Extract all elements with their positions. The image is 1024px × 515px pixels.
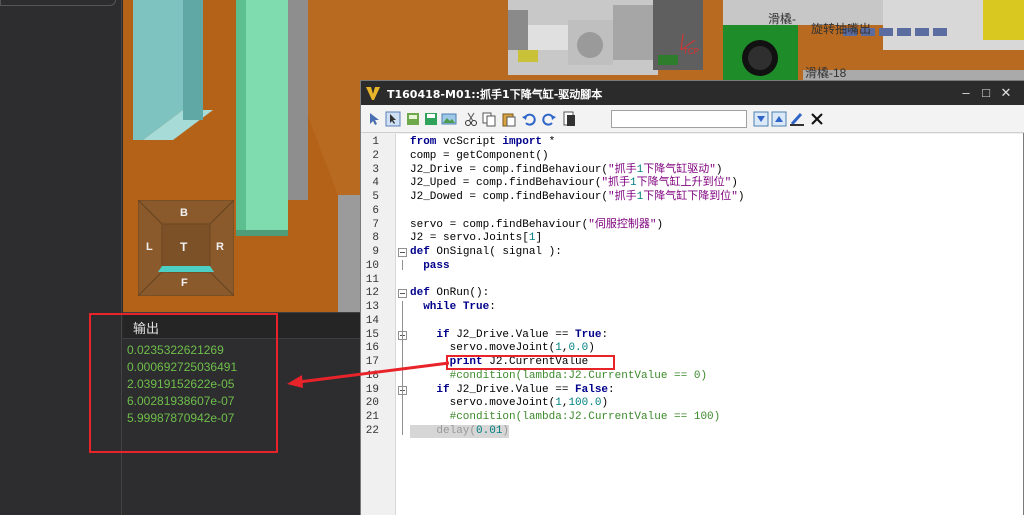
line-number: 22 bbox=[365, 424, 379, 437]
compile-icon[interactable] bbox=[405, 111, 421, 127]
output-header: 输出 bbox=[123, 313, 363, 339]
line-number: 3 bbox=[372, 163, 379, 176]
line-number: 13 bbox=[365, 301, 379, 313]
code-line[interactable]: if J2_Drive.Value == True: bbox=[410, 329, 608, 342]
line-number: 9 bbox=[372, 246, 379, 258]
window-title: T160418-M01::抓手1下降气缸-驱动腳本 bbox=[387, 88, 603, 101]
line-number: 11 bbox=[365, 273, 379, 286]
line-number: 5 bbox=[372, 191, 379, 203]
code-line[interactable]: def OnRun(): bbox=[410, 287, 489, 300]
script-editor-window[interactable]: T160418-M01::抓手1下降气缸-驱动腳本 – □ ✕ 12345678… bbox=[360, 80, 1024, 515]
scene-label-3: 滑橇-18 bbox=[805, 66, 847, 80]
code-line[interactable]: comp = getComponent() bbox=[410, 150, 549, 163]
fold-guide-line bbox=[402, 259, 403, 270]
code-editor[interactable]: 1 2 3 4 5 6 7 8 9 10 11 12 13 14 15 16 17 18 19 20 21 22 from… bbox=[361, 134, 1023, 515]
line-number: 1 bbox=[372, 136, 379, 148]
maximize-button[interactable]: □ bbox=[977, 84, 995, 102]
code-line[interactable]: servo = comp.findBehaviour("伺服控制器") bbox=[410, 219, 663, 232]
code-line[interactable]: from vcScript import * bbox=[410, 136, 555, 149]
undo-icon[interactable] bbox=[521, 111, 537, 127]
scene-label-tcp: TCP bbox=[683, 47, 699, 56]
left-side-panel bbox=[0, 0, 122, 515]
app-logo-icon bbox=[366, 87, 380, 100]
document-icon[interactable] bbox=[561, 111, 577, 127]
code-line[interactable]: pass bbox=[410, 260, 449, 273]
code-line[interactable]: delay(0.01) bbox=[410, 424, 510, 438]
editor-toolbar bbox=[361, 105, 1024, 133]
line-number: 16 bbox=[365, 342, 379, 355]
select-icon[interactable] bbox=[385, 111, 401, 127]
output-title: 输出 bbox=[133, 322, 160, 337]
line-number: 20 bbox=[365, 397, 379, 410]
save-icon[interactable] bbox=[423, 111, 439, 127]
minimize-button[interactable]: – bbox=[957, 84, 975, 102]
output-line: 6.00281938607e-07 bbox=[127, 394, 235, 408]
navcube-face-center[interactable]: T bbox=[180, 240, 187, 254]
navcube-face-left[interactable]: L bbox=[146, 241, 153, 253]
code-line[interactable]: J2_Dowed = comp.findBehaviour("抓手1下降气缸下降… bbox=[410, 191, 744, 204]
image-icon[interactable] bbox=[441, 111, 457, 127]
line-number: 15 bbox=[365, 328, 379, 341]
code-line[interactable]: J2 = servo.Joints[1] bbox=[410, 232, 542, 245]
application-root: 滑橇- 旋转抽嘴出 滑橇-18 5 TCP B L T R F 输出 0.023… bbox=[0, 0, 1024, 515]
output-panel: 输出 0.0235322621269 0.000692725036491 2.0… bbox=[123, 312, 363, 515]
line-number: 4 bbox=[372, 177, 379, 190]
window-title-bar[interactable]: T160418-M01::抓手1下降气缸-驱动腳本 – □ ✕ bbox=[361, 81, 1024, 105]
clear-search-icon[interactable] bbox=[809, 111, 825, 127]
cursor-icon[interactable] bbox=[367, 111, 383, 127]
paste-icon[interactable] bbox=[501, 111, 517, 127]
navcube-face-bottom[interactable]: F bbox=[181, 277, 188, 289]
line-number: 7 bbox=[372, 218, 379, 231]
line-number: 10 bbox=[365, 259, 379, 272]
code-line[interactable]: servo.moveJoint(1,0.0) bbox=[410, 342, 595, 355]
code-line[interactable]: #condition(lambda:J2.CurrentValue == 100… bbox=[410, 411, 721, 424]
fold-toggle-icon[interactable] bbox=[398, 248, 407, 257]
line-number: 2 bbox=[372, 149, 379, 162]
annotation-arrow bbox=[287, 361, 450, 388]
navcube-face-right[interactable]: R bbox=[216, 241, 224, 253]
code-line[interactable]: J2_Drive = comp.findBehaviour("抓手1下降气缸驱动… bbox=[410, 164, 722, 177]
code-line[interactable]: while True: bbox=[410, 301, 496, 314]
scene-label-1: 滑橇- bbox=[768, 12, 796, 26]
cut-icon[interactable] bbox=[463, 111, 479, 127]
navcube-face-top[interactable]: B bbox=[180, 207, 188, 219]
output-line: 0.000692725036491 bbox=[127, 360, 238, 374]
output-line: 2.03919152622e-05 bbox=[127, 377, 235, 391]
left-panel-top-frame bbox=[0, 0, 116, 6]
copy-icon[interactable] bbox=[481, 111, 497, 127]
scene-label-2: 旋转抽嘴出 bbox=[811, 22, 872, 36]
code-line[interactable]: servo.moveJoint(1,100.0) bbox=[410, 397, 608, 410]
line-number-gutter: 1 2 3 4 5 6 7 8 9 10 11 12 13 14 15 16 17 18 19 20 21 22 bbox=[361, 134, 396, 515]
find-next-icon[interactable] bbox=[753, 111, 769, 127]
output-line: 0.0235322621269 bbox=[127, 343, 224, 357]
output-line: 5.99987870942e-07 bbox=[127, 411, 235, 425]
highlight-icon[interactable] bbox=[789, 111, 805, 127]
line-number: 8 bbox=[372, 232, 379, 245]
line-number: 14 bbox=[365, 314, 379, 327]
navigation-cube[interactable]: B L T R F bbox=[136, 198, 236, 298]
line-number: 6 bbox=[372, 204, 379, 217]
code-line[interactable]: def OnSignal( signal ): bbox=[410, 246, 562, 259]
search-input[interactable] bbox=[611, 110, 747, 128]
line-number: 12 bbox=[365, 287, 379, 300]
code-line[interactable]: J2_Uped = comp.findBehaviour("抓手1下降气缸上升到… bbox=[410, 177, 738, 190]
line-number: 21 bbox=[365, 411, 379, 423]
fold-toggle-icon[interactable] bbox=[398, 289, 407, 299]
find-previous-icon[interactable] bbox=[771, 111, 787, 127]
redo-icon[interactable] bbox=[541, 111, 557, 127]
close-button[interactable]: ✕ bbox=[997, 84, 1015, 102]
